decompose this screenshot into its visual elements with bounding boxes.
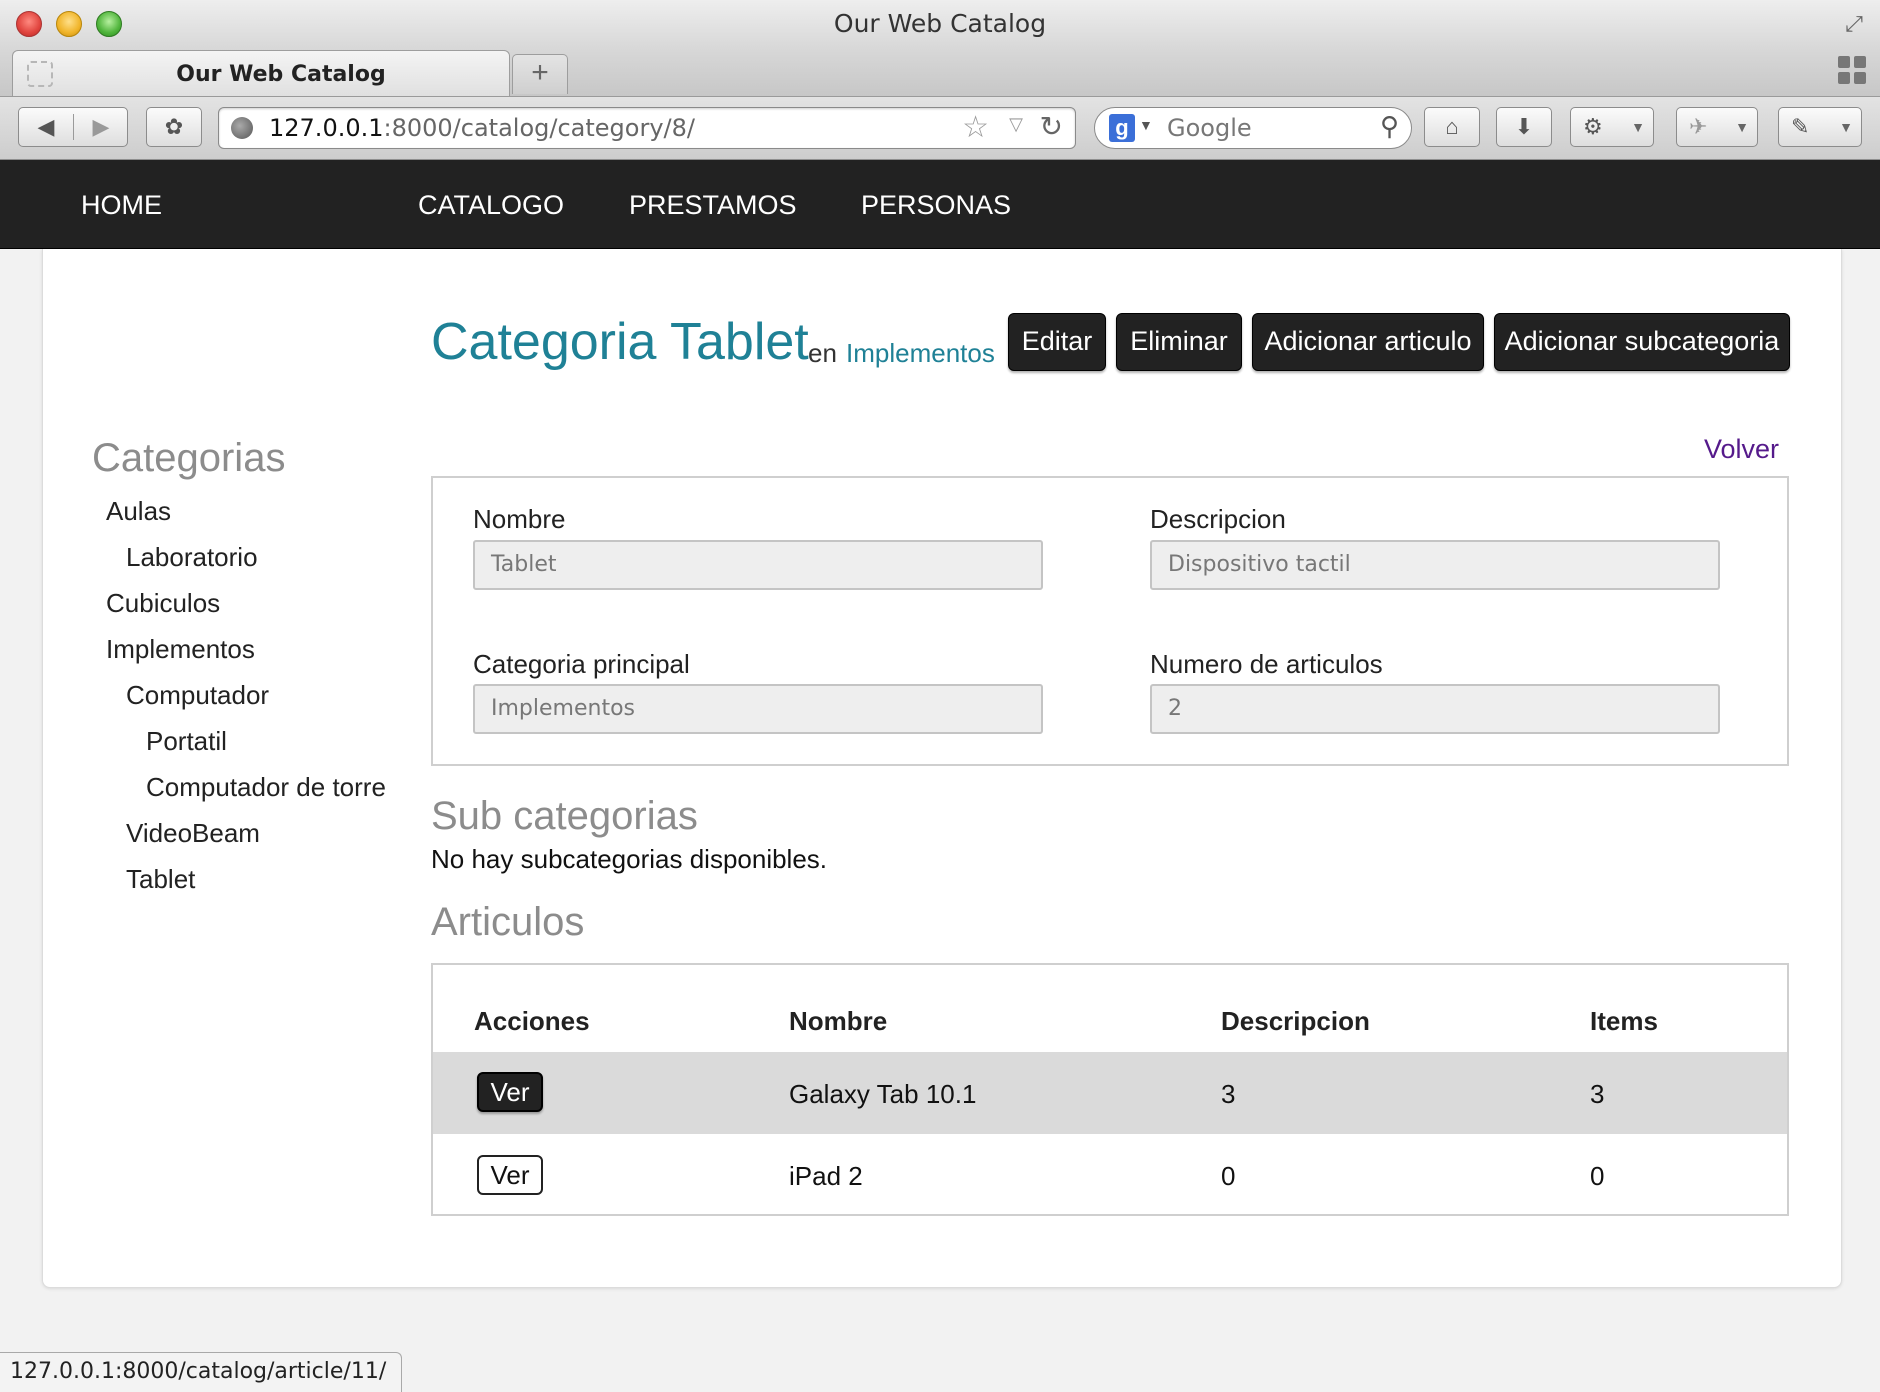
article-name: iPad 2 bbox=[789, 1161, 863, 1191]
nombre-label: Nombre bbox=[473, 504, 566, 534]
numero-articulos-label: Numero de articulos bbox=[1150, 649, 1383, 679]
article-items: 0 bbox=[1590, 1161, 1605, 1191]
sidebar-item-laboratorio[interactable]: Laboratorio bbox=[126, 542, 258, 573]
categoria-principal-label: Categoria principal bbox=[473, 649, 690, 679]
numero-articulos-field[interactable]: 2 bbox=[1150, 684, 1720, 734]
back-arrow-icon[interactable]: ◀ bbox=[19, 108, 73, 146]
tab-our-web-catalog[interactable]: Our Web Catalog bbox=[12, 50, 510, 96]
column-header-acciones: Acciones bbox=[474, 1006, 590, 1036]
gear-menu-icon[interactable]: ⚙ ▼ bbox=[1570, 107, 1654, 147]
categoria-principal-field[interactable]: Implementos bbox=[473, 684, 1043, 734]
search-icon[interactable]: ⚲ bbox=[1380, 111, 1399, 142]
fullscreen-icon[interactable]: ⤢ bbox=[1842, 12, 1866, 36]
descripcion-field[interactable]: Dispositivo tactil bbox=[1150, 540, 1720, 590]
download-icon[interactable]: ⬇ bbox=[1496, 107, 1552, 147]
column-header-descripcion: Descripcion bbox=[1221, 1006, 1370, 1036]
globe-icon bbox=[231, 117, 253, 139]
subcategories-heading: Sub categorias bbox=[431, 794, 698, 838]
edit-button[interactable]: Editar bbox=[1008, 313, 1106, 371]
addons-icon[interactable]: ✿ bbox=[146, 107, 202, 147]
page-title: Categoria Tablet bbox=[431, 313, 809, 371]
extension-icon[interactable]: ✈ ▼ bbox=[1676, 107, 1758, 147]
tab-overview-icon[interactable] bbox=[1838, 56, 1868, 86]
browser-toolbar: ◀ ▶ ✿ 127.0.0.1:8000/catalog/category/8/… bbox=[0, 97, 1880, 160]
article-name: Galaxy Tab 10.1 bbox=[789, 1079, 977, 1109]
sidebar-item-portatil[interactable]: Portatil bbox=[146, 726, 227, 757]
articles-heading: Articulos bbox=[431, 900, 585, 944]
sidebar-item-videobeam[interactable]: VideoBeam bbox=[126, 818, 260, 849]
sidebar-heading: Categorias bbox=[92, 436, 286, 480]
url-dropdown-icon[interactable]: ▽ bbox=[1009, 114, 1023, 135]
descripcion-label: Descripcion bbox=[1150, 504, 1286, 534]
no-subcategories-message: No hay subcategorias disponibles. bbox=[431, 844, 828, 874]
home-icon[interactable]: ⌂ bbox=[1424, 107, 1480, 147]
title-bar: Our Web Catalog ⤢ bbox=[0, 0, 1880, 48]
column-header-nombre: Nombre bbox=[789, 1006, 888, 1036]
sidebar-item-cubiculos[interactable]: Cubiculos bbox=[106, 588, 220, 619]
back-link[interactable]: Volver bbox=[1704, 434, 1779, 465]
sidebar-item-implementos[interactable]: Implementos bbox=[106, 634, 255, 665]
article-description: 0 bbox=[1221, 1161, 1236, 1191]
nav-personas[interactable]: PERSONAS bbox=[861, 190, 1011, 221]
url-text[interactable]: 127.0.0.1:8000/catalog/category/8/ bbox=[269, 114, 695, 142]
article-description: 3 bbox=[1221, 1079, 1236, 1109]
site-navbar: HOME CATALOGO PRESTAMOS PERSONAS bbox=[0, 160, 1880, 249]
title-in-label: en bbox=[808, 338, 837, 368]
table-row bbox=[433, 1052, 1787, 1134]
parent-category-link[interactable]: Implementos bbox=[846, 338, 995, 369]
nav-prestamos[interactable]: PRESTAMOS bbox=[629, 190, 797, 221]
address-bar[interactable]: 127.0.0.1:8000/catalog/category/8/ ☆ ▽ ↻ bbox=[218, 107, 1076, 149]
sidebar-item-aulas[interactable]: Aulas bbox=[106, 496, 171, 527]
reload-icon[interactable]: ↻ bbox=[1040, 110, 1063, 143]
sidebar-item-tablet[interactable]: Tablet bbox=[126, 864, 195, 895]
tab-strip: Our Web Catalog + bbox=[0, 48, 1880, 97]
column-header-items: Items bbox=[1590, 1006, 1658, 1036]
search-bar[interactable]: g ▼ Google ⚲ bbox=[1094, 107, 1412, 149]
nombre-field[interactable]: Tablet bbox=[473, 540, 1043, 590]
browser-window: Our Web Catalog ⤢ Our Web Catalog + ◀ ▶ … bbox=[0, 0, 1880, 1392]
new-tab-button[interactable]: + bbox=[512, 54, 568, 94]
bookmark-star-icon[interactable]: ☆ bbox=[962, 110, 989, 145]
nav-catalogo[interactable]: CATALOGO bbox=[418, 190, 564, 221]
article-items: 3 bbox=[1590, 1079, 1605, 1109]
add-article-button[interactable]: Adicionar articulo bbox=[1252, 313, 1484, 371]
view-article-button[interactable]: Ver bbox=[477, 1072, 543, 1112]
sidebar-item-computador[interactable]: Computador bbox=[126, 680, 269, 711]
engine-dropdown-icon[interactable]: ▼ bbox=[1139, 117, 1153, 133]
view-article-button[interactable]: Ver bbox=[477, 1155, 543, 1195]
window-title: Our Web Catalog bbox=[833, 9, 1047, 38]
delete-button[interactable]: Eliminar bbox=[1116, 313, 1242, 371]
tab-title: Our Web Catalog bbox=[176, 62, 386, 87]
page-favicon-icon bbox=[27, 61, 53, 87]
back-forward-group: ◀ ▶ bbox=[18, 107, 128, 147]
search-input[interactable]: Google bbox=[1167, 114, 1252, 142]
forward-arrow-icon[interactable]: ▶ bbox=[74, 108, 128, 146]
status-bar-url: 127.0.0.1:8000/catalog/article/11/ bbox=[0, 1352, 402, 1392]
add-subcategory-button[interactable]: Adicionar subcategoria bbox=[1494, 313, 1790, 371]
eyedropper-icon[interactable]: ✎ ▼ bbox=[1778, 107, 1862, 147]
nav-home[interactable]: HOME bbox=[81, 190, 162, 221]
google-engine-icon[interactable]: g bbox=[1109, 114, 1135, 142]
sidebar-item-computador-de-torre[interactable]: Computador de torre bbox=[146, 772, 386, 803]
